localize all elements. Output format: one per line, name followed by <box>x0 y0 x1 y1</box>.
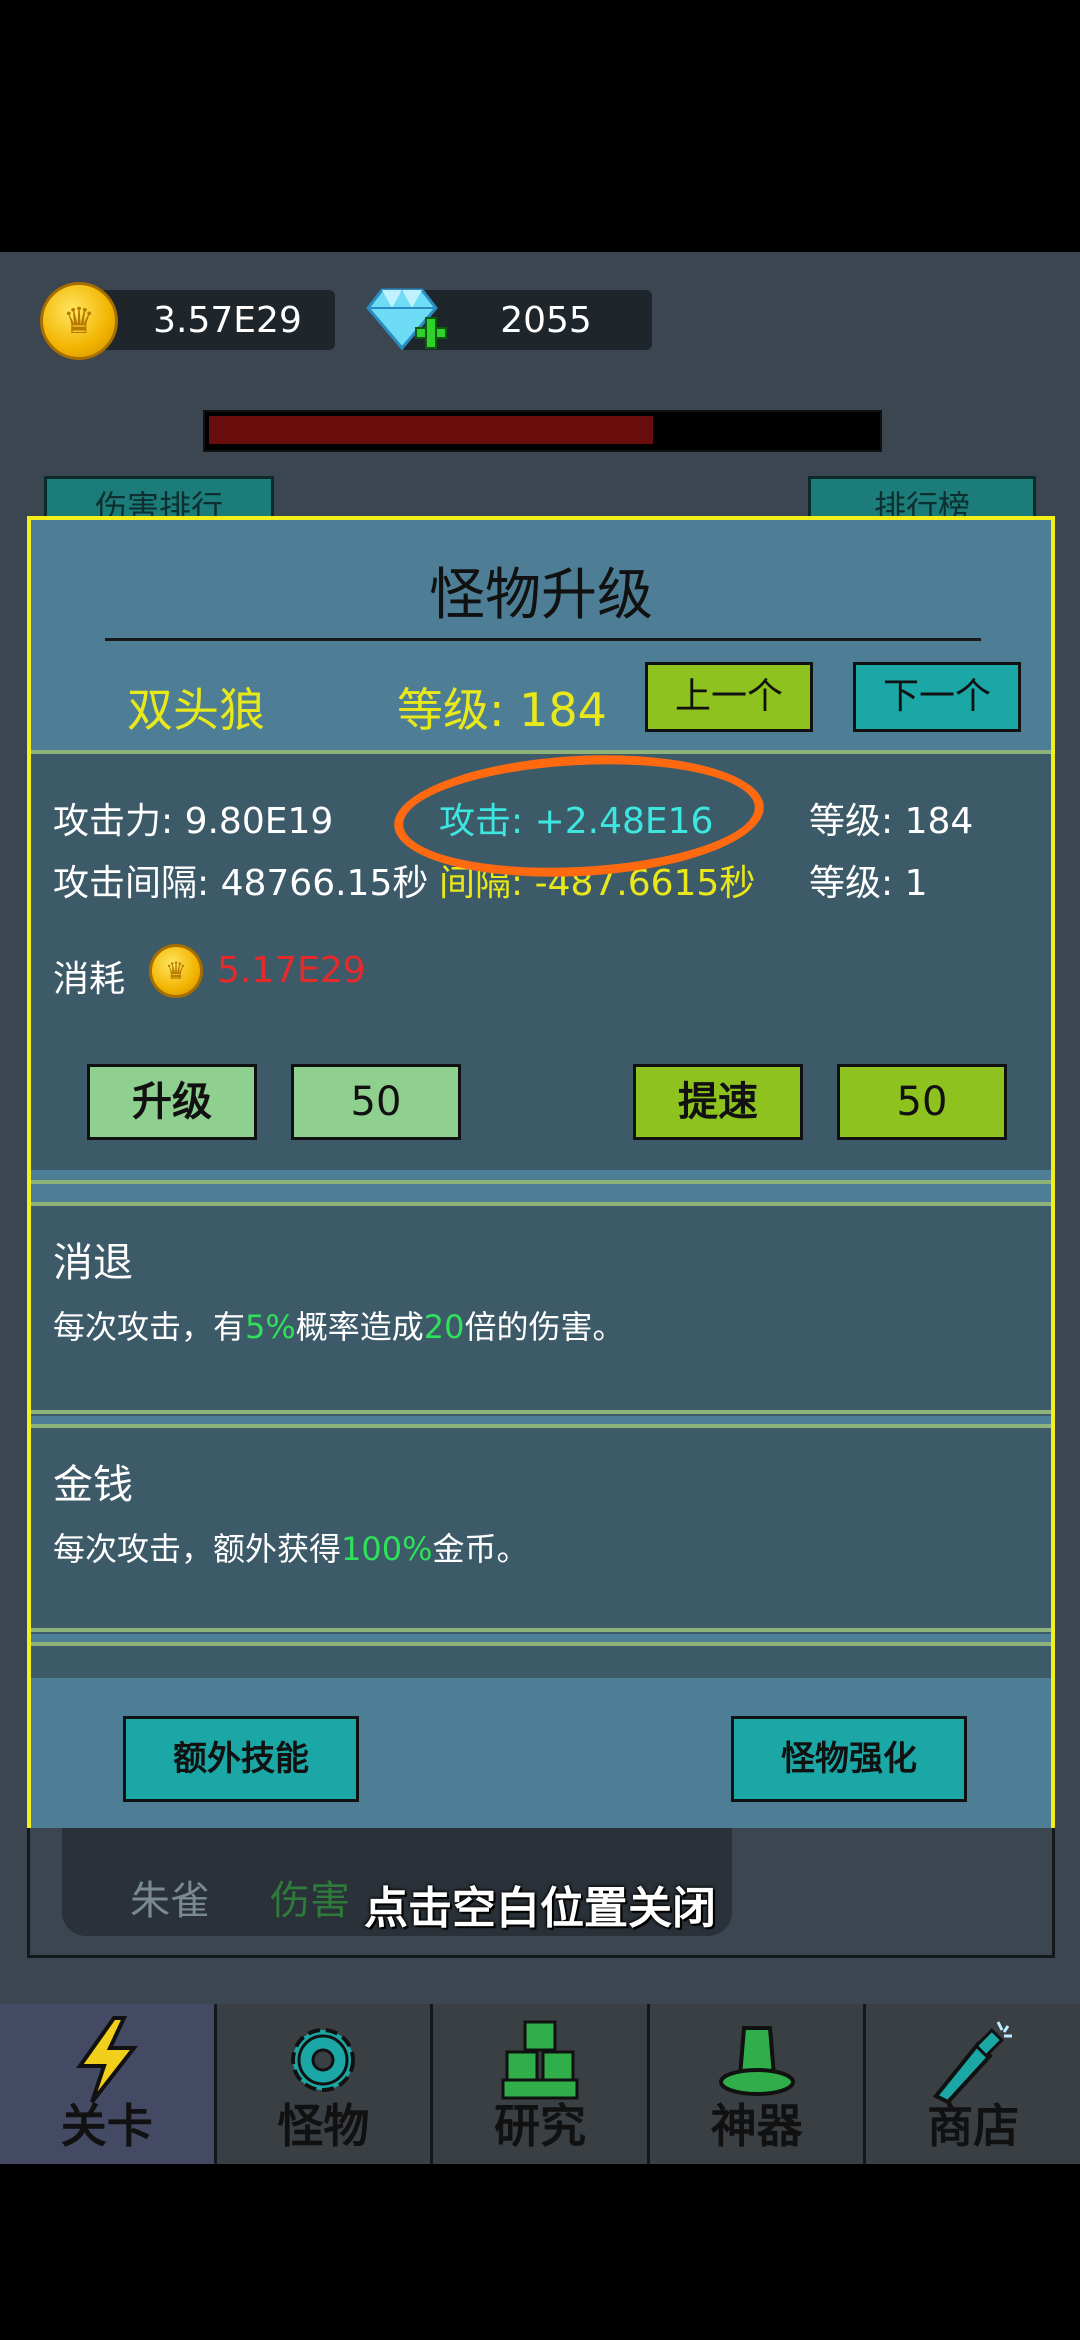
nav-label: 研究 <box>493 2099 586 2153</box>
cost-value: 5.17E29 <box>217 950 366 991</box>
gold-coin-icon: ♛ <box>149 944 203 998</box>
skill-panel-money: 金钱 每次攻击，额外获得100%金币。 <box>31 1428 1051 1634</box>
upgrade-button[interactable]: 升级 <box>87 1064 257 1140</box>
divider <box>31 1410 1051 1414</box>
boss-hp-fill <box>209 416 653 444</box>
skill-description: 每次攻击，有5%概率造成20倍的伤害。 <box>53 1308 625 1346</box>
diamond-plus-icon[interactable] <box>360 282 452 362</box>
skill-title: 金钱 <box>53 1462 133 1508</box>
nav-item-stages[interactable]: 关卡 <box>0 2004 217 2164</box>
divider <box>31 1180 1051 1184</box>
interval-stat: 攻击间隔: 48766.15秒 <box>53 863 429 904</box>
monster-level: 等级: 184 <box>397 683 607 737</box>
speedup-amount-button[interactable]: 50 <box>837 1064 1007 1140</box>
nav-item-artifacts[interactable]: 神器 <box>650 2004 867 2164</box>
skill-title: 消退 <box>53 1240 133 1286</box>
skill-description: 每次攻击，额外获得100%金币。 <box>53 1530 529 1568</box>
monster-enhance-button[interactable]: 怪物强化 <box>731 1716 967 1802</box>
nav-label: 怪物 <box>277 2099 370 2153</box>
boss-hp-bar <box>203 410 882 452</box>
gold-coin-icon: ♛ <box>40 282 118 360</box>
attack-stat: 攻击力: 9.80E19 <box>53 801 334 842</box>
divider <box>31 1628 1051 1632</box>
nav-item-shop[interactable]: 商店 <box>866 2004 1080 2164</box>
extra-skill-button[interactable]: 额外技能 <box>123 1716 359 1802</box>
title-divider <box>105 638 981 641</box>
speedup-button[interactable]: 提速 <box>633 1064 803 1140</box>
nav-item-research[interactable]: 研究 <box>433 2004 650 2164</box>
nav-label: 关卡 <box>60 2099 153 2153</box>
gem-amount: 2055 <box>500 299 592 341</box>
gold-display: 3.57E29 <box>80 290 335 350</box>
close-hint[interactable]: 点击空白位置关闭 <box>0 1872 1080 1936</box>
bottom-nav: 关卡 怪物 研究 神器 商店 <box>0 2004 1080 2164</box>
upgrade-amount-button[interactable]: 50 <box>291 1064 461 1140</box>
prev-monster-button[interactable]: 上一个 <box>645 662 813 732</box>
next-monster-button[interactable]: 下一个 <box>853 662 1021 732</box>
monster-name: 双头狼 <box>127 683 265 737</box>
interval-level: 等级: 1 <box>809 863 928 904</box>
cost-label: 消耗 <box>53 959 126 1000</box>
monster-upgrade-dialog: 怪物升级 双头狼 等级: 184 上一个 下一个 攻击力: 9.80E19 攻击… <box>27 516 1055 1828</box>
nav-label: 商店 <box>927 2099 1020 2153</box>
gold-amount: 3.57E29 <box>153 299 302 341</box>
skill-panel-recede: 消退 每次攻击，有5%概率造成20倍的伤害。 <box>31 1206 1051 1416</box>
attack-level: 等级: 184 <box>809 801 974 842</box>
nav-item-monsters[interactable]: 怪物 <box>217 2004 434 2164</box>
dialog-title: 怪物升级 <box>429 563 653 628</box>
nav-label: 神器 <box>710 2099 803 2153</box>
